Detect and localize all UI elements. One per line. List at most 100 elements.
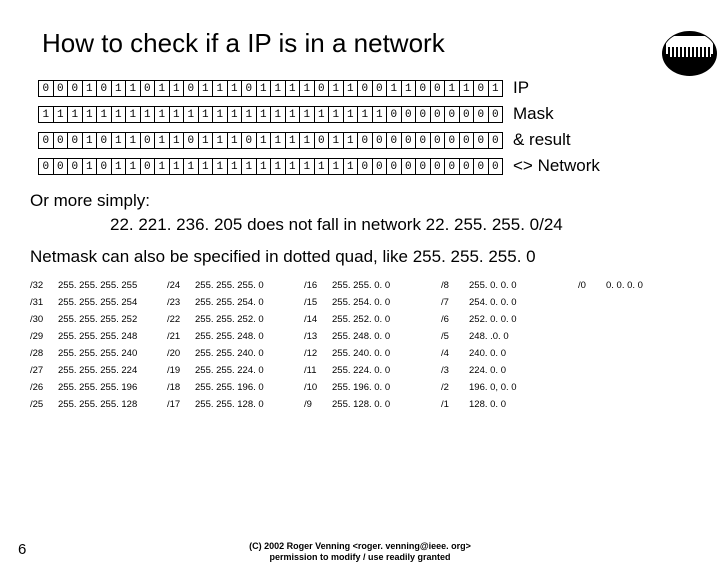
- bit-cell: 1: [169, 132, 185, 149]
- bit-cell: 1: [154, 80, 170, 97]
- bit-cell: 1: [227, 106, 243, 123]
- bits: 11111111111111111111111100000000: [38, 106, 503, 123]
- bit-cell: 1: [270, 106, 286, 123]
- bit-cell: 0: [401, 132, 417, 149]
- simply-label: Or more simply:: [30, 191, 720, 211]
- mask-row: /12255. 240. 0. 0: [304, 345, 435, 362]
- bit-cell: 1: [401, 80, 417, 97]
- mask-cidr: /13: [304, 328, 332, 345]
- bit-cell: 1: [328, 80, 344, 97]
- mask-cidr: /26: [30, 379, 58, 396]
- mask-cidr: /3: [441, 362, 469, 379]
- bit-cell: 1: [183, 106, 199, 123]
- bit-cell: 1: [111, 158, 127, 175]
- bit-cell: 0: [473, 106, 489, 123]
- bit-cell: 0: [430, 158, 446, 175]
- bit-cell: 0: [430, 80, 446, 97]
- bit-cell: 0: [473, 132, 489, 149]
- mask-value: 252. 0. 0. 0: [469, 311, 517, 328]
- bit-cell: 1: [241, 106, 257, 123]
- bit-cell: 1: [343, 80, 359, 97]
- bit-cell: 1: [154, 158, 170, 175]
- bit-cell: 1: [459, 80, 475, 97]
- mask-value: 248. .0. 0: [469, 328, 509, 345]
- mask-cidr: /15: [304, 294, 332, 311]
- mask-value: 255. 255. 248. 0: [195, 328, 264, 345]
- mask-cidr: /16: [304, 277, 332, 294]
- bit-cell: 1: [285, 158, 301, 175]
- bit-cell: 1: [256, 132, 272, 149]
- mask-row: /2196. 0, 0. 0: [441, 379, 572, 396]
- bit-cell: 0: [444, 106, 460, 123]
- bit-cell: 1: [67, 106, 83, 123]
- bit-cell: 0: [183, 132, 199, 149]
- mask-value: 255. 248. 0. 0: [332, 328, 390, 345]
- bit-cell: 0: [372, 158, 388, 175]
- bit-cell: 1: [270, 132, 286, 149]
- mask-value: 255. 255. 255. 254: [58, 294, 137, 311]
- bit-cell: 1: [125, 106, 141, 123]
- mask-cidr: /18: [167, 379, 195, 396]
- mask-value: 255. 255. 240. 0: [195, 345, 264, 362]
- footer-line2: permission to modify / use readily grant…: [0, 552, 720, 563]
- bit-row: 00010110110111011110110011001101IP: [38, 77, 720, 99]
- bit-cell: 1: [285, 132, 301, 149]
- mask-cidr: /11: [304, 362, 332, 379]
- bit-cell: 1: [111, 80, 127, 97]
- mask-cidr: /1: [441, 396, 469, 413]
- bit-cell: 0: [357, 132, 373, 149]
- mask-cidr: /17: [167, 396, 195, 413]
- mask-cidr: /9: [304, 396, 332, 413]
- mask-row: /15255. 254. 0. 0: [304, 294, 435, 311]
- netmask-table: /32255. 255. 255. 255/31255. 255. 255. 2…: [30, 277, 720, 413]
- mask-row: /17255. 255. 128. 0: [167, 396, 298, 413]
- bit-cell: 1: [198, 132, 214, 149]
- mask-column: /16255. 255. 0. 0/15255. 254. 0. 0/14255…: [304, 277, 435, 413]
- mask-cidr: /6: [441, 311, 469, 328]
- bit-cell: 0: [241, 132, 257, 149]
- mask-value: 128. 0. 0: [469, 396, 506, 413]
- mask-value: 255. 255. 255. 128: [58, 396, 137, 413]
- bit-cell: 1: [212, 132, 228, 149]
- bit-cell: 0: [459, 132, 475, 149]
- bit-cell: 1: [183, 158, 199, 175]
- mask-value: 255. 255. 254. 0: [195, 294, 264, 311]
- mask-value: 255. 255. 196. 0: [195, 379, 264, 396]
- slide-title: How to check if a IP is in a network: [42, 28, 720, 59]
- bit-cell: 1: [82, 106, 98, 123]
- mask-value: 255. 255. 255. 224: [58, 362, 137, 379]
- bit-cell: 0: [314, 80, 330, 97]
- mask-row: /8255. 0. 0. 0: [441, 277, 572, 294]
- bit-cell: 1: [82, 132, 98, 149]
- bit-cell: 1: [140, 106, 156, 123]
- bit-cell: 0: [38, 80, 54, 97]
- bit-row-label: <> Network: [513, 156, 600, 176]
- bit-cell: 1: [169, 158, 185, 175]
- bit-cell: 1: [270, 158, 286, 175]
- mask-row: /28255. 255. 255. 240: [30, 345, 161, 362]
- bit-cell: 1: [444, 80, 460, 97]
- mask-column: /24255. 255. 255. 0/23255. 255. 254. 0/2…: [167, 277, 298, 413]
- mask-row: /4240. 0. 0: [441, 345, 572, 362]
- bit-cell: 1: [314, 106, 330, 123]
- bit-cell: 0: [386, 158, 402, 175]
- bit-cell: 0: [53, 158, 69, 175]
- bit-cell: 1: [299, 132, 315, 149]
- mask-value: 255. 255. 128. 0: [195, 396, 264, 413]
- netmask-note: Netmask can also be specified in dotted …: [30, 247, 720, 267]
- bit-row-label: Mask: [513, 104, 554, 124]
- bit-cell: 1: [386, 80, 402, 97]
- mask-cidr: /31: [30, 294, 58, 311]
- bit-cell: 0: [430, 106, 446, 123]
- bit-cell: 0: [459, 106, 475, 123]
- bit-cell: 1: [357, 106, 373, 123]
- mask-row: /29255. 255. 255. 248: [30, 328, 161, 345]
- mask-cidr: /27: [30, 362, 58, 379]
- bit-cell: 1: [256, 158, 272, 175]
- bit-cell: 0: [67, 132, 83, 149]
- bit-cell: 1: [82, 158, 98, 175]
- bit-cell: 0: [357, 80, 373, 97]
- mask-cidr: /29: [30, 328, 58, 345]
- bit-row: 00010110111111111111110000000000<> Netwo…: [38, 155, 720, 177]
- mask-row: /23255. 255. 254. 0: [167, 294, 298, 311]
